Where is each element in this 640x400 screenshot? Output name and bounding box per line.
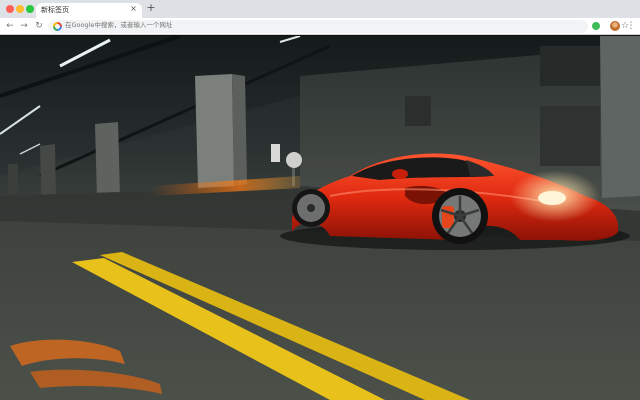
forward-button[interactable]: → (18, 20, 30, 32)
extension-icon[interactable] (592, 22, 600, 30)
address-input[interactable] (65, 21, 565, 29)
tab-strip: 新标签页 × + (0, 0, 640, 18)
back-button[interactable]: ← (4, 20, 16, 32)
tab-new-tab[interactable]: 新标签页 × (36, 3, 142, 18)
address-bar[interactable]: ☆ (48, 20, 629, 33)
avatar[interactable] (610, 21, 620, 31)
reload-button[interactable]: ↻ (33, 20, 45, 32)
window-maximize-button[interactable] (26, 5, 34, 13)
wallpaper-background (0, 36, 640, 400)
window-minimize-button[interactable] (16, 5, 24, 13)
google-icon (53, 22, 62, 31)
browser-toolbar: ← → ↻ ☆ ⋮ (0, 18, 640, 35)
tab-title: 新标签页 (41, 6, 69, 14)
new-tab-button[interactable]: + (145, 2, 157, 14)
wallpaper-illustration (0, 36, 640, 400)
window-close-button[interactable] (6, 5, 14, 13)
close-icon[interactable]: × (129, 4, 138, 13)
menu-icon[interactable]: ⋮ (626, 20, 636, 32)
